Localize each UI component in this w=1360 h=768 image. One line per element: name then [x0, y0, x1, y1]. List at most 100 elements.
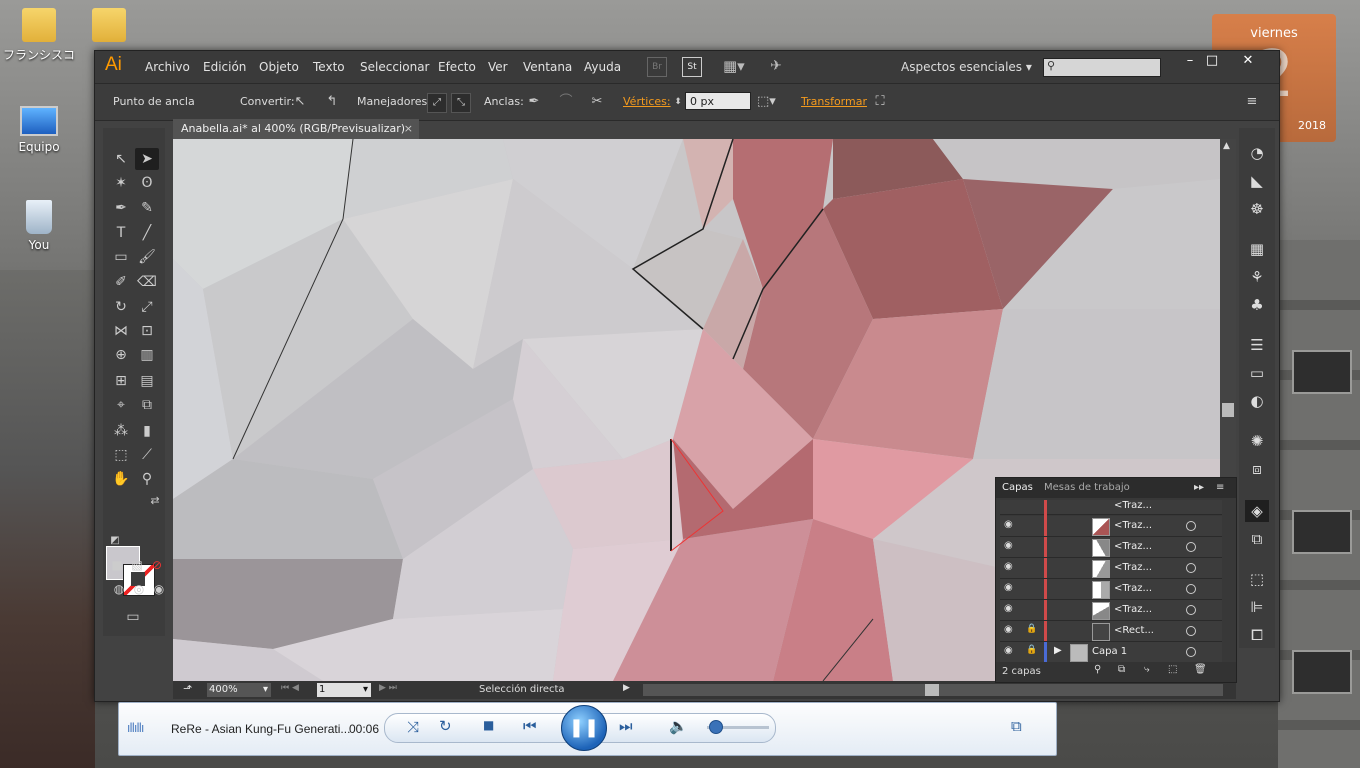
column-graph-tool-icon[interactable]: ▮: [135, 420, 159, 442]
direct-selection-tool-icon[interactable]: ➤: [135, 148, 159, 170]
layer-row[interactable]: ◉ <Traz...: [1000, 579, 1222, 600]
arrange-documents-icon[interactable]: ▦▾: [723, 57, 745, 75]
document-tab[interactable]: Anabella.ai* al 400% (RGB/Previsualizar)…: [173, 119, 419, 139]
screen-mode-icon[interactable]: ▭: [121, 606, 145, 628]
new-sublayer-icon[interactable]: ⤷: [1144, 664, 1150, 675]
brushes-icon[interactable]: ⚘: [1245, 266, 1269, 288]
next-icon[interactable]: ⏭: [619, 717, 633, 735]
selection-tool-icon[interactable]: ↖: [109, 148, 133, 170]
menu-ventana[interactable]: Ventana: [523, 60, 572, 74]
artboard-select[interactable]: 1 ▾: [317, 683, 371, 697]
vertices-label[interactable]: Vértices:: [623, 95, 671, 108]
layer-row[interactable]: ◉ 🔒 ▶ Capa 1: [1000, 642, 1222, 663]
convert-to-corner-icon[interactable]: ↖: [291, 93, 309, 111]
new-layer-icon[interactable]: ⬚: [1168, 664, 1177, 675]
appearance-icon[interactable]: ☸: [1245, 198, 1269, 220]
locate-object-icon[interactable]: ⚲: [1094, 664, 1101, 675]
pathfinder-icon[interactable]: ⧠: [1245, 624, 1269, 646]
default-fill-stroke-icon[interactable]: ◩: [103, 530, 127, 552]
symbol-sprayer-tool-icon[interactable]: ⁂: [109, 420, 133, 442]
connect-anchors-icon[interactable]: ⌒: [557, 93, 575, 111]
artboards-icon[interactable]: ⧉: [1245, 528, 1269, 550]
make-clipping-mask-icon[interactable]: ⧉: [1118, 664, 1125, 675]
slice-tool-icon[interactable]: ⟋: [135, 444, 159, 466]
status-menu-icon[interactable]: ▶: [623, 683, 630, 693]
visibility-eye-icon[interactable]: ◉: [1004, 561, 1016, 572]
switch-to-library-icon[interactable]: ⧉: [1011, 717, 1022, 735]
transparency-icon[interactable]: ◐: [1245, 390, 1269, 412]
layer-row[interactable]: ◉ <Traz...: [1000, 537, 1222, 558]
target-circle-icon[interactable]: [1186, 605, 1196, 615]
volume-icon[interactable]: 🔈: [669, 717, 688, 735]
graphic-styles-icon[interactable]: ✺: [1245, 430, 1269, 452]
horizontal-scrollbar[interactable]: [643, 684, 1223, 696]
color-guide-icon[interactable]: ◔: [1245, 142, 1269, 164]
curvature-tool-icon[interactable]: ✎: [135, 197, 159, 219]
draw-inside-icon[interactable]: ◉: [147, 578, 171, 600]
share-icon[interactable]: ⬏: [183, 682, 192, 695]
close-icon[interactable]: ×: [404, 119, 413, 139]
layer-row[interactable]: ◉ 🔒 <Rect...: [1000, 621, 1222, 642]
cut-path-icon[interactable]: ✂: [588, 93, 606, 111]
swap-fill-stroke-icon[interactable]: ⇄: [143, 490, 167, 512]
free-transform-tool-icon[interactable]: ⊡: [135, 320, 159, 342]
transform-panel-icon[interactable]: ⧈: [1245, 458, 1269, 480]
rectangle-tool-icon[interactable]: ▭: [109, 246, 133, 268]
zoom-select[interactable]: 400% ▾: [207, 683, 271, 697]
lock-icon[interactable]: 🔒: [1026, 645, 1037, 655]
vertices-input[interactable]: 0 px: [685, 92, 751, 110]
layer-row[interactable]: ◉ <Traz...: [1000, 600, 1222, 621]
scale-tool-icon[interactable]: ⤢: [135, 296, 159, 318]
visibility-eye-icon[interactable]: ◉: [1004, 519, 1016, 530]
first-artboard-icon[interactable]: ⏮ ◀: [281, 683, 299, 693]
type-tool-icon[interactable]: T: [109, 222, 133, 244]
menu-efecto[interactable]: Efecto: [438, 60, 476, 74]
target-circle-icon[interactable]: [1186, 626, 1196, 636]
none-mode-icon[interactable]: ⊘: [145, 554, 169, 576]
symbols-icon[interactable]: ♣: [1245, 294, 1269, 316]
color-icon[interactable]: ◣: [1245, 170, 1269, 192]
menu-archivo[interactable]: Archivo: [145, 60, 190, 74]
transform-icon[interactable]: ⬚: [1245, 568, 1269, 590]
gpu-performance-icon[interactable]: ✈: [767, 57, 785, 75]
volume-slider-knob[interactable]: [709, 720, 723, 734]
tab-capas[interactable]: Capas: [1002, 482, 1033, 493]
width-tool-icon[interactable]: ⋈: [109, 320, 133, 342]
visibility-eye-icon[interactable]: ◉: [1004, 624, 1016, 635]
target-circle-icon[interactable]: [1186, 584, 1196, 594]
desktop-icon-computer[interactable]: Equipo: [2, 106, 76, 154]
target-circle-icon[interactable]: [1186, 521, 1196, 531]
search-input[interactable]: ⚲: [1043, 58, 1161, 77]
tab-mesas-de-trabajo[interactable]: Mesas de trabajo: [1044, 482, 1130, 493]
menu-ayuda[interactable]: Ayuda: [584, 60, 621, 74]
close-button[interactable]: ✕: [1231, 53, 1265, 71]
target-circle-icon[interactable]: [1186, 563, 1196, 573]
menu-ver[interactable]: Ver: [488, 60, 508, 74]
stop-icon[interactable]: ■: [483, 718, 494, 732]
artboard-tool-icon[interactable]: ⬚: [109, 444, 133, 466]
desktop-icon-recycle-bin[interactable]: You: [2, 200, 76, 252]
bridge-icon[interactable]: Br: [647, 57, 667, 77]
delete-layer-icon[interactable]: 🗑: [1194, 664, 1207, 675]
visibility-eye-icon[interactable]: ◉: [1004, 645, 1016, 656]
convert-to-smooth-icon[interactable]: ↰: [323, 93, 341, 111]
remove-anchor-icon[interactable]: ✒: [525, 93, 543, 111]
show-handles-icon[interactable]: ⤢: [427, 93, 447, 113]
control-bar-menu-icon[interactable]: ≡: [1243, 93, 1261, 111]
lock-icon[interactable]: 🔒: [1026, 624, 1037, 634]
menu-seleccionar[interactable]: Seleccionar: [360, 60, 429, 74]
shuffle-icon[interactable]: ⤨: [407, 718, 419, 736]
align-icon[interactable]: ⊫: [1245, 596, 1269, 618]
horizontal-scroll-thumb[interactable]: [925, 684, 939, 696]
pen-tool-icon[interactable]: ✒: [109, 197, 133, 219]
lasso-tool-icon[interactable]: ʘ: [135, 172, 159, 194]
blend-tool-icon[interactable]: ⧉: [135, 394, 159, 416]
zoom-tool-icon[interactable]: ⚲: [135, 468, 159, 490]
desktop-icon-folder[interactable]: [72, 8, 146, 46]
target-circle-icon[interactable]: [1186, 542, 1196, 552]
eraser-tool-icon[interactable]: ⌫: [135, 271, 159, 293]
swatches-icon[interactable]: ▦: [1245, 238, 1269, 260]
visibility-eye-icon[interactable]: ◉: [1004, 540, 1016, 551]
layer-row[interactable]: ◉ <Traz...: [1000, 516, 1222, 537]
layers-icon[interactable]: ◈: [1245, 500, 1269, 522]
